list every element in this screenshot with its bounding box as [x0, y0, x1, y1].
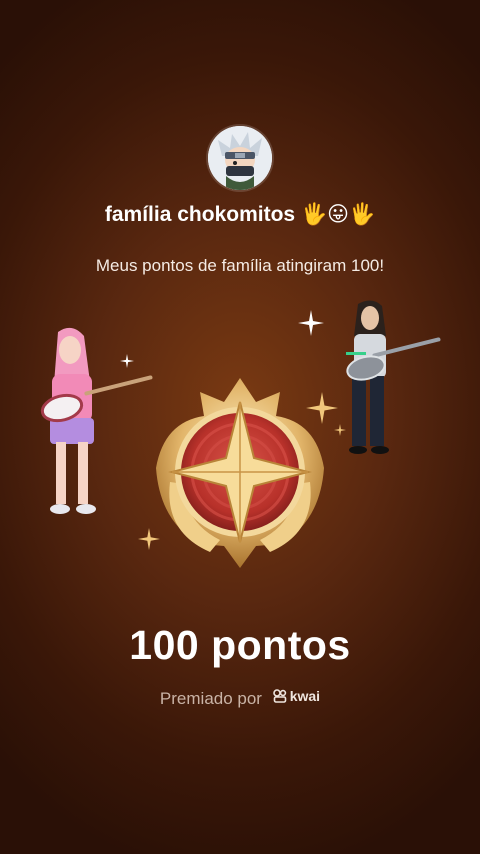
points-label: 100 pontos [129, 622, 351, 668]
sparkle-icon [138, 528, 160, 550]
family-name: família chokomitos [104, 203, 296, 226]
awarded-prefix: Premiado por [159, 689, 262, 708]
kwai-logo: kwai [272, 688, 321, 704]
awarded-by: Premiado por kwai [0, 688, 480, 709]
profile-avatar[interactable] [208, 126, 272, 190]
sparkle-icon [298, 310, 324, 336]
guitarist-girl-illustration [40, 327, 153, 514]
brand-name: kwai [289, 688, 321, 704]
kwai-logo-icon [272, 689, 287, 703]
sparkle-icon [306, 392, 338, 424]
sparkle-icon [334, 424, 346, 436]
anime-ninja-avatar-icon [208, 126, 272, 190]
sparkle-icon [120, 354, 134, 368]
family-emojis: 🖐😛🖐 [300, 203, 376, 226]
family-title: família chokomitos 🖐😛🖐 [0, 202, 480, 227]
guitarist-man-illustration [346, 300, 441, 454]
achievement-message: Meus pontos de família atingiram 100! [95, 256, 385, 275]
